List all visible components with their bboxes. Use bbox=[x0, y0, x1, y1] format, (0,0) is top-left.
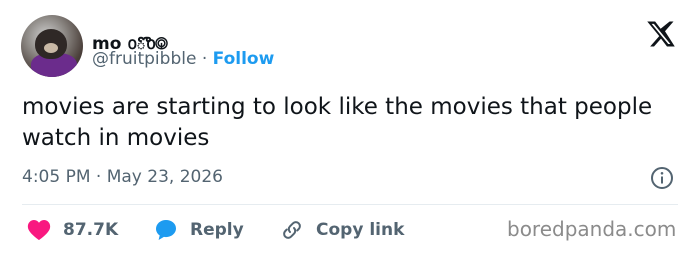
copy-link-label: Copy link bbox=[316, 220, 405, 240]
handle[interactable]: @fruitpibble bbox=[92, 49, 196, 69]
reply-bubble-icon bbox=[156, 220, 176, 240]
heart-icon bbox=[27, 220, 51, 240]
handle-separator: · bbox=[201, 49, 208, 69]
like-count: 87.7K bbox=[63, 220, 119, 240]
like-button[interactable]: 87.7K bbox=[27, 217, 118, 243]
avatar[interactable] bbox=[21, 15, 83, 77]
timestamp[interactable]: 4:05 PM · May 23, 2026 bbox=[22, 167, 223, 187]
copy-link-button[interactable]: Copy link bbox=[280, 217, 404, 243]
timestamp-separator: · bbox=[95, 167, 102, 187]
reply-button[interactable]: Reply bbox=[154, 217, 244, 243]
reply-label: Reply bbox=[190, 220, 244, 240]
follow-button[interactable]: Follow bbox=[213, 49, 275, 69]
link-icon bbox=[283, 221, 301, 239]
tweet-card: mo ൦ొ൦࿃ @fruitpibble · Follow movies are… bbox=[0, 0, 700, 256]
watermark: boredpanda.com bbox=[507, 217, 677, 241]
info-icon[interactable] bbox=[650, 166, 674, 190]
avatar-snout bbox=[44, 43, 58, 53]
tweet-time[interactable]: 4:05 PM bbox=[22, 167, 91, 187]
x-logo-icon[interactable] bbox=[646, 19, 676, 49]
handle-row: @fruitpibble · Follow bbox=[92, 49, 274, 69]
tweet-text: movies are starting to look like the mov… bbox=[22, 94, 653, 151]
tweet-date[interactable]: May 23, 2026 bbox=[107, 167, 223, 187]
divider bbox=[22, 204, 678, 205]
